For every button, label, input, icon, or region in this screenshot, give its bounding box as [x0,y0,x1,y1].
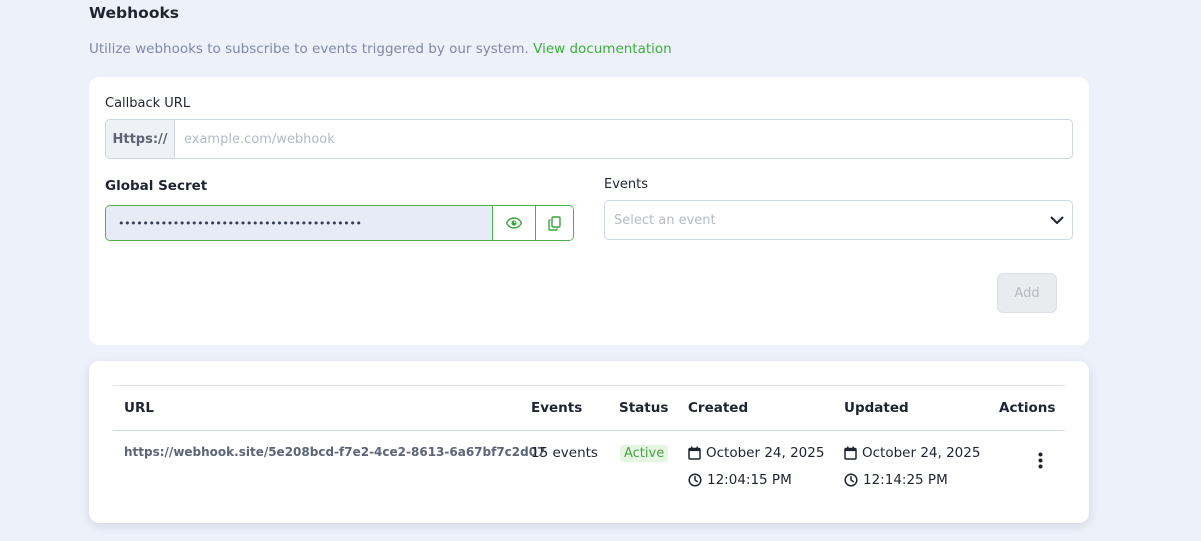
callback-url-group: Https:// [105,119,1073,159]
page-subtitle: Utilize webhooks to subscribe to events … [89,41,672,57]
col-header-url: URL [124,400,154,416]
table-row: https://webhook.site/5e208bcd-f7e2-4ce2-… [113,431,1065,521]
clock-icon [688,473,702,487]
callback-url-label: Callback URL [105,96,191,111]
col-header-actions: Actions [999,400,1056,416]
row-actions-button[interactable] [1029,445,1051,475]
webhooks-table-card: URL Events Status Created Updated Action… [89,361,1089,523]
copy-secret-button[interactable] [536,206,573,240]
webhook-form-card: Callback URL Https:// Global Secret ••••… [89,77,1089,345]
webhook-url: https://webhook.site/5e208bcd-f7e2-4ce2-… [124,445,546,459]
clock-icon [844,473,858,487]
subtitle-text: Utilize webhooks to subscribe to events … [89,41,529,57]
chevron-down-icon [1050,216,1064,224]
events-select[interactable]: Select an event [604,200,1073,240]
webhooks-table: URL Events Status Created Updated Action… [113,385,1065,521]
global-secret-label: Global Secret [105,178,208,194]
created-date-text: October 24, 2025 [706,445,825,461]
updated-date: October 24, 2025 [844,445,980,461]
view-documentation-link[interactable]: View documentation [533,41,672,57]
created-time-text: 12:04:15 PM [707,472,792,488]
page-title: Webhooks [89,4,180,22]
calendar-icon [688,446,701,460]
more-vertical-icon [1038,452,1042,468]
col-header-updated: Updated [844,400,909,416]
add-webhook-button[interactable]: Add [997,273,1057,313]
reveal-secret-button[interactable] [493,206,536,240]
callback-url-input[interactable] [175,120,1072,158]
events-select-placeholder: Select an event [614,212,716,228]
updated-time-text: 12:14:25 PM [863,472,948,488]
copy-icon [548,215,561,231]
url-prefix: Https:// [106,120,175,158]
table-header: URL Events Status Created Updated Action… [113,386,1065,431]
webhook-events-count: 15 events [531,445,598,461]
col-header-status: Status [619,400,669,416]
calendar-icon [844,446,857,460]
global-secret-group: •••••••••••••••••••••••••••••••••••••••• [105,205,574,241]
col-header-events: Events [531,400,583,416]
created-date: October 24, 2025 [688,445,824,461]
global-secret-value: •••••••••••••••••••••••••••••••••••••••• [106,206,493,240]
events-label: Events [604,177,649,192]
updated-time: 12:14:25 PM [844,472,948,488]
updated-date-text: October 24, 2025 [862,445,981,461]
eye-icon [506,217,522,229]
created-time: 12:04:15 PM [688,472,792,488]
col-header-created: Created [688,400,749,416]
status-badge: Active [620,445,669,462]
